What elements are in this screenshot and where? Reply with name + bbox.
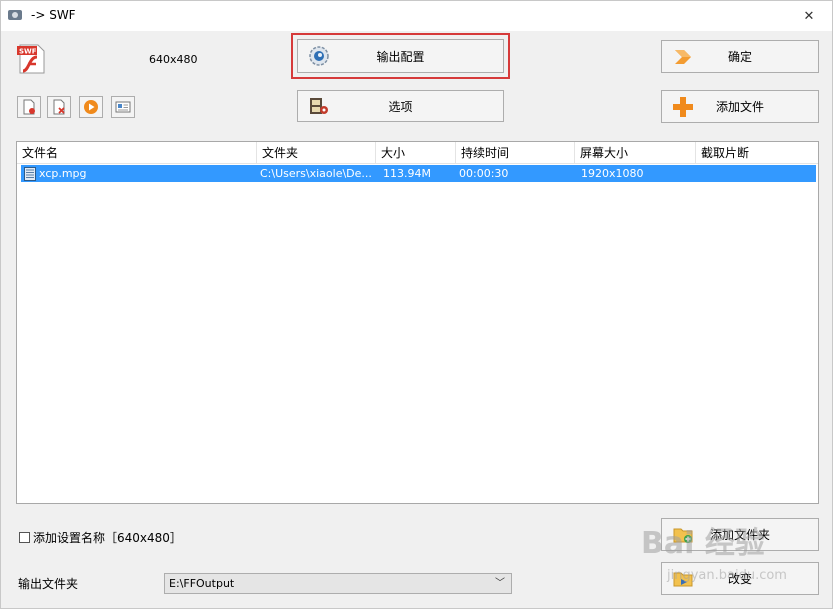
options-button[interactable]: 选项 [297,90,504,122]
main-window: -> SWF ✕ SWF 640x480 输出配置 选项 确定 添加文件 文件名… [0,0,833,609]
column-header-clip[interactable]: 截取片断 [696,142,818,164]
cell-screen-size: 1920x1080 [581,167,644,180]
remove-file-button[interactable] [17,96,41,118]
output-folder-label: 输出文件夹 [18,577,79,591]
change-label: 改变 [727,572,752,586]
add-file-button[interactable]: 添加文件 [661,90,819,123]
media-info-button[interactable] [111,96,135,118]
file-list-header: 文件名 文件夹 大小 持续时间 屏幕大小 截取片断 [17,142,818,164]
cell-folder: C:\Users\xiaole\De... [260,167,372,180]
chevron-down-icon: ﹀ [495,578,505,589]
cell-name: xcp.mpg [21,165,257,182]
cell-size: 113.94M [383,167,431,180]
column-header-name[interactable]: 文件名 [17,142,257,164]
confirm-button[interactable]: 确定 [661,40,819,73]
table-row[interactable]: xcp.mpg C:\Users\xiaole\De... 113.94M 00… [21,165,816,182]
column-header-duration[interactable]: 持续时间 [456,142,575,164]
cell-clip [695,165,816,182]
change-button[interactable]: 改变 [661,562,819,595]
close-icon: ✕ [803,8,815,24]
column-header-folder[interactable]: 文件夹 [257,142,376,164]
output-folder-select[interactable]: E:\FFOutput ﹀ [164,573,512,594]
output-folder-value: E:\FFOutput [169,577,235,590]
column-header-size[interactable]: 大小 [376,142,456,164]
remove-file-icon [23,99,35,115]
add-setting-name-option[interactable]: 添加设置名称［640x480］ [19,529,182,546]
play-button[interactable] [79,96,103,118]
cell-duration: 00:00:30 [459,167,509,180]
media-info-icon [115,101,131,113]
add-folder-label: 添加文件夹 [709,528,770,542]
add-folder-button[interactable]: 添加文件夹 [661,518,819,551]
highlight-box [291,33,510,79]
confirm-label: 确定 [727,50,752,64]
window-title: -> SWF [31,8,76,22]
add-file-label: 添加文件 [715,100,764,114]
add-setting-name-checkbox[interactable] [19,532,30,543]
app-icon [8,10,22,20]
target-resolution: 640x480 [149,53,198,66]
options-label: 选项 [388,99,413,114]
clear-list-icon [53,99,65,115]
swf-format-icon: SWF [17,44,45,74]
video-file-icon [24,166,36,181]
svg-text:SWF: SWF [19,48,37,56]
column-header-screen-size[interactable]: 屏幕大小 [575,142,696,164]
file-name: xcp.mpg [39,167,87,180]
file-list[interactable]: 文件名 文件夹 大小 持续时间 屏幕大小 截取片断 xcp.mpg C:\Use… [16,141,819,504]
add-setting-name-label: 添加设置名称［640x480］ [33,531,182,545]
close-button[interactable]: ✕ [786,1,832,31]
play-icon [84,100,98,114]
clear-list-button[interactable] [47,96,71,118]
title-bar: -> SWF ✕ [1,1,832,31]
